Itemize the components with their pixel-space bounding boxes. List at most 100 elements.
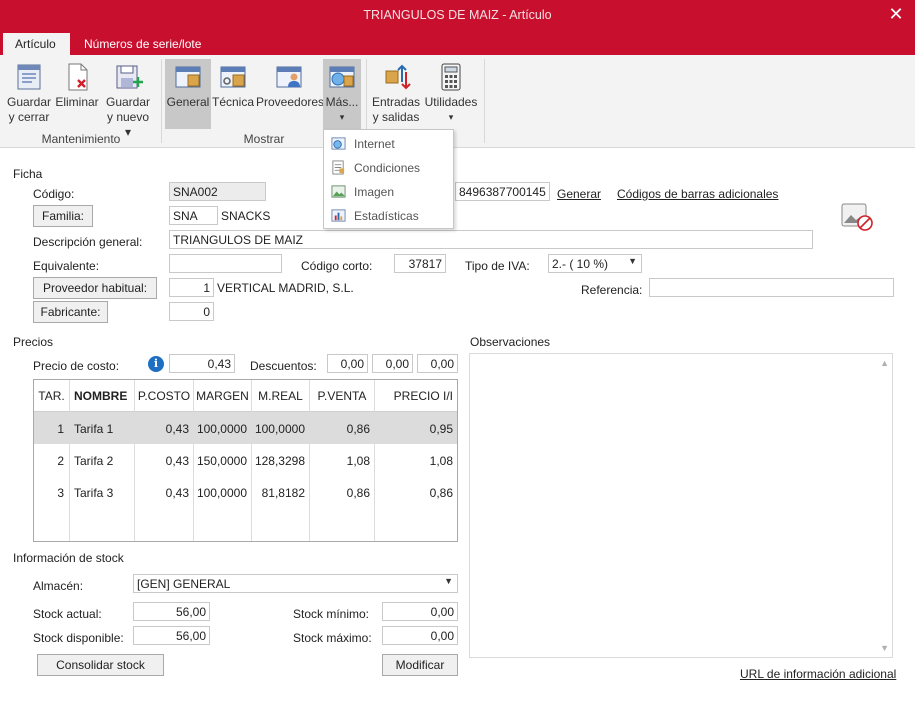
scroll-down-icon[interactable]: ▼ xyxy=(880,643,889,653)
generar-link[interactable]: Generar xyxy=(557,187,601,201)
table-row[interactable]: 2 Tarifa 2 0,43 150,0000 128,3298 1,08 1… xyxy=(34,444,457,476)
eliminar-button[interactable]: Eliminar xyxy=(55,61,99,110)
column-header-pcosto[interactable]: P.COSTO xyxy=(135,380,194,412)
proveedor-name: VERTICAL MADRID, S.L. xyxy=(217,281,354,295)
modificar-button[interactable]: Modificar xyxy=(382,654,458,676)
section-stock: Información de stock xyxy=(13,551,124,565)
stock-maximo-field[interactable]: 0,00 xyxy=(382,626,458,645)
fabricante-button[interactable]: Fabricante: xyxy=(33,301,108,323)
cell-margen: 150,0000 xyxy=(194,444,252,476)
scroll-up-icon[interactable]: ▲ xyxy=(880,358,889,368)
menu-item-label: Condiciones xyxy=(354,161,421,175)
menu-item-estadisticas[interactable]: Estadísticas xyxy=(324,204,453,228)
window-title: TRIANGULOS DE MAIZ - Artículo xyxy=(363,8,552,22)
menu-item-imagen[interactable]: Imagen xyxy=(324,180,453,204)
consolidar-stock-button[interactable]: Consolidar stock xyxy=(37,654,164,676)
tecnica-button[interactable]: Técnica xyxy=(212,61,254,110)
menu-item-label: Internet xyxy=(354,137,395,151)
descuentos-label: Descuentos: xyxy=(250,359,317,373)
referencia-field[interactable] xyxy=(649,278,894,297)
guardar-nuevo-button[interactable]: Guardar y nuevo ▾ xyxy=(103,61,153,140)
cell-nombre: Tarifa 2 xyxy=(70,444,135,476)
cell-precio-ii: 0,86 xyxy=(429,486,453,500)
table-row[interactable]: 1 Tarifa 1 0,43 100,0000 100,0000 0,86 0… xyxy=(34,412,457,444)
chevron-down-icon: ▼ xyxy=(444,576,453,586)
cell-tar: 1 xyxy=(34,412,70,444)
info-icon[interactable]: i xyxy=(148,356,164,372)
tarifas-table: TAR. NOMBRE P.COSTO MARGEN M.REAL P.VENT… xyxy=(33,379,458,542)
no-image-icon[interactable] xyxy=(841,202,875,234)
column-header-margen[interactable]: MARGEN xyxy=(194,380,252,412)
entradas-label-2: y salidas xyxy=(372,110,420,124)
equivalente-field[interactable] xyxy=(169,254,282,273)
table-empty-area xyxy=(34,508,457,541)
stock-minimo-label: Stock mínimo: xyxy=(293,607,370,621)
almacen-select[interactable]: [GEN] GENERAL ▼ xyxy=(133,574,458,593)
codigo-field[interactable]: SNA002 xyxy=(169,182,266,201)
guardar-cerrar-button[interactable]: Guardar y cerrar xyxy=(6,61,52,125)
section-ficha: Ficha xyxy=(13,167,43,181)
menu-item-internet[interactable]: Internet xyxy=(324,132,453,156)
proveedores-button[interactable]: Proveedores xyxy=(256,61,325,110)
proveedores-label: Proveedores xyxy=(256,95,325,109)
tipo-iva-select[interactable]: 2.- ( 10 %) ▼ xyxy=(548,254,642,273)
proveedor-code-field[interactable]: 1 xyxy=(169,278,214,297)
utilidades-button[interactable]: Utilidades ▾ xyxy=(424,61,478,125)
guardar-cerrar-label-2: y cerrar xyxy=(8,110,50,124)
save-close-icon xyxy=(17,64,41,90)
codigo-label: Código: xyxy=(33,187,75,201)
almacen-value: [GEN] GENERAL xyxy=(137,577,231,591)
column-header-tar[interactable]: TAR. xyxy=(34,380,70,412)
precio-costo-label: Precio de costo: xyxy=(33,359,120,373)
mas-icon xyxy=(329,66,355,88)
precio-costo-field[interactable]: 0,43 xyxy=(169,354,235,373)
descuento-3-field[interactable]: 0,00 xyxy=(417,354,458,373)
descripcion-label: Descripción general: xyxy=(33,235,143,249)
close-icon[interactable]: ✕ xyxy=(885,4,907,26)
cell-precio-ii: 1,08 xyxy=(429,454,453,468)
cell-margen: 100,0000 xyxy=(194,412,252,444)
tab-articulo[interactable]: Artículo xyxy=(3,33,70,55)
chevron-down-icon: ▼ xyxy=(628,256,637,266)
column-header-precio-ii[interactable]: PRECIO I/I xyxy=(375,380,457,412)
fabricante-field[interactable]: 0 xyxy=(169,302,214,321)
codigo-corto-field[interactable]: 37817 xyxy=(394,254,446,273)
column-header-pventa[interactable]: P.VENTA xyxy=(310,380,375,412)
familia-button[interactable]: Familia: xyxy=(33,205,93,227)
title-bar: TRIANGULOS DE MAIZ - Artículo ✕ xyxy=(0,0,915,31)
descripcion-field[interactable]: TRIANGULOS DE MAIZ xyxy=(169,230,813,249)
almacen-label: Almacén: xyxy=(33,579,84,593)
descuento-2-field[interactable]: 0,00 xyxy=(372,354,413,373)
cell-pcosto: 0,43 xyxy=(135,444,194,476)
url-info-link[interactable]: URL de información adicional xyxy=(740,667,896,681)
column-header-nombre[interactable]: NOMBRE xyxy=(70,380,135,412)
stock-minimo-field[interactable]: 0,00 xyxy=(382,602,458,621)
stock-disponible-field[interactable]: 56,00 xyxy=(133,626,210,645)
table-row[interactable]: 3 Tarifa 3 0,43 100,0000 81,8182 0,86 0,… xyxy=(34,476,457,508)
stock-actual-field[interactable]: 56,00 xyxy=(133,602,210,621)
cell-mreal: 81,8182 xyxy=(252,476,310,508)
descuento-1-field[interactable]: 0,00 xyxy=(327,354,368,373)
general-icon xyxy=(175,66,201,88)
general-button[interactable]: General xyxy=(165,59,211,129)
delete-icon xyxy=(68,63,88,91)
codigos-adicionales-link[interactable]: Códigos de barras adicionales xyxy=(617,187,778,201)
group-mantenimiento-label: Mantenimiento xyxy=(41,132,121,146)
tab-numeros-serie[interactable]: Números de serie/lote xyxy=(72,33,213,55)
proveedor-habitual-button[interactable]: Proveedor habitual: xyxy=(33,277,157,299)
barcode-field[interactable]: 8496387700145 xyxy=(455,182,550,201)
familia-code-field[interactable]: SNA xyxy=(169,206,218,225)
entradas-salidas-button[interactable]: Entradas y salidas xyxy=(371,61,421,125)
cell-precio-ii: 0,95 xyxy=(429,422,453,436)
codigo-corto-label: Código corto: xyxy=(301,259,373,273)
mas-button[interactable]: Más... ▾ xyxy=(323,59,361,129)
proveedores-icon xyxy=(276,66,302,88)
cell-nombre: Tarifa 1 xyxy=(70,412,135,444)
column-header-mreal[interactable]: M.REAL xyxy=(252,380,310,412)
menu-item-condiciones[interactable]: Condiciones xyxy=(324,156,453,180)
mas-dropdown-arrow-icon: ▾ xyxy=(339,112,345,122)
tecnica-label: Técnica xyxy=(212,95,255,109)
entradas-label-1: Entradas xyxy=(371,95,421,109)
mas-label: Más... xyxy=(325,95,359,109)
observaciones-textarea[interactable]: ▲ ▼ xyxy=(469,353,893,658)
